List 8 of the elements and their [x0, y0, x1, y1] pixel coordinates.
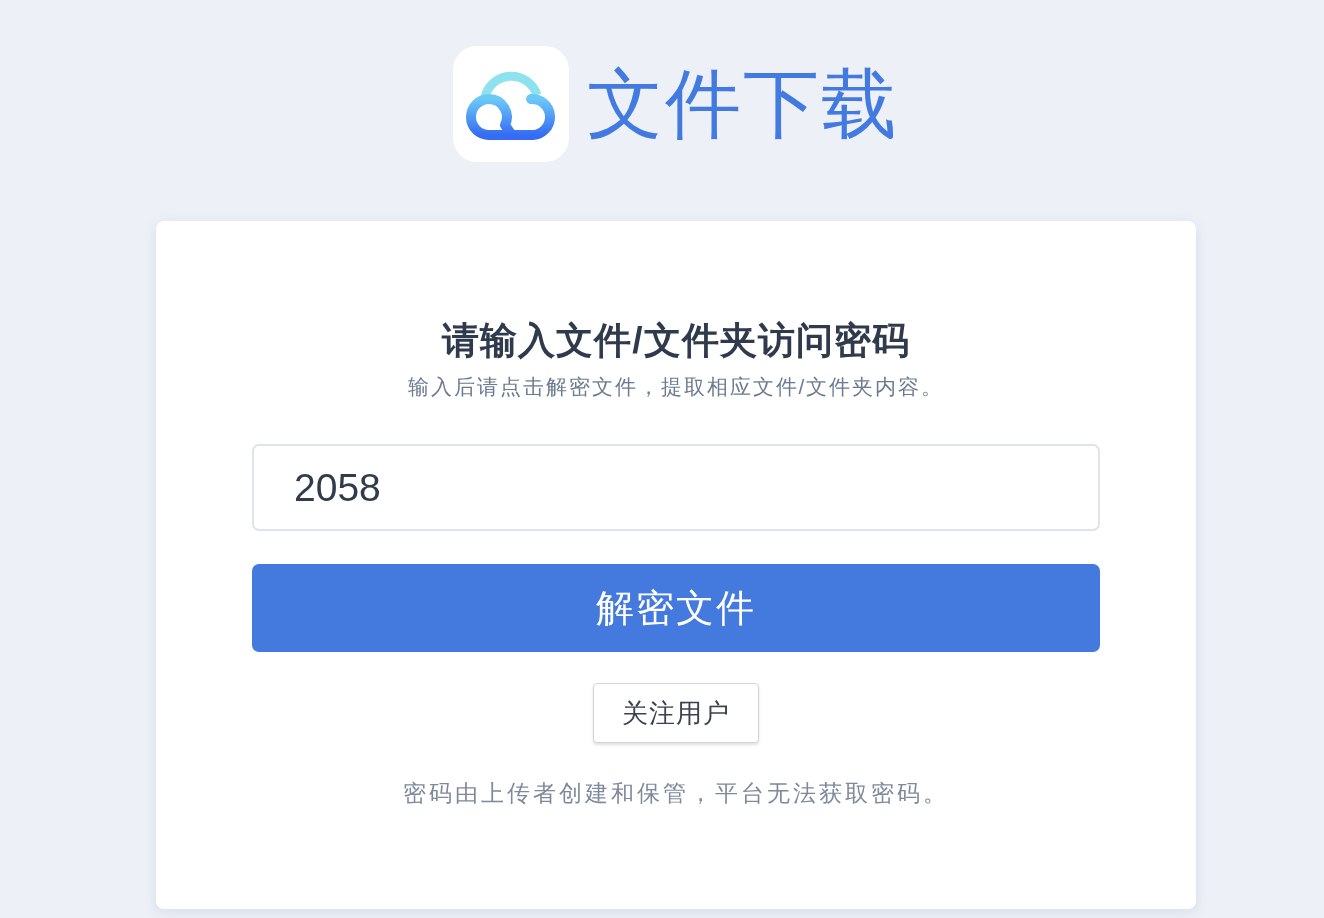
follow-user-button[interactable]: 关注用户: [593, 683, 759, 743]
cloud-logo-icon: [453, 46, 569, 162]
card-heading: 请输入文件/文件夹访问密码: [442, 319, 910, 363]
decrypt-button[interactable]: 解密文件: [252, 564, 1100, 652]
card-subtitle: 输入后请点击解密文件，提取相应文件/文件夹内容。: [407, 374, 945, 400]
password-field[interactable]: 2058: [252, 444, 1100, 531]
password-note: 密码由上传者创建和保管，平台无法获取密码。: [403, 779, 949, 808]
app-title: 文件下载: [587, 66, 899, 142]
